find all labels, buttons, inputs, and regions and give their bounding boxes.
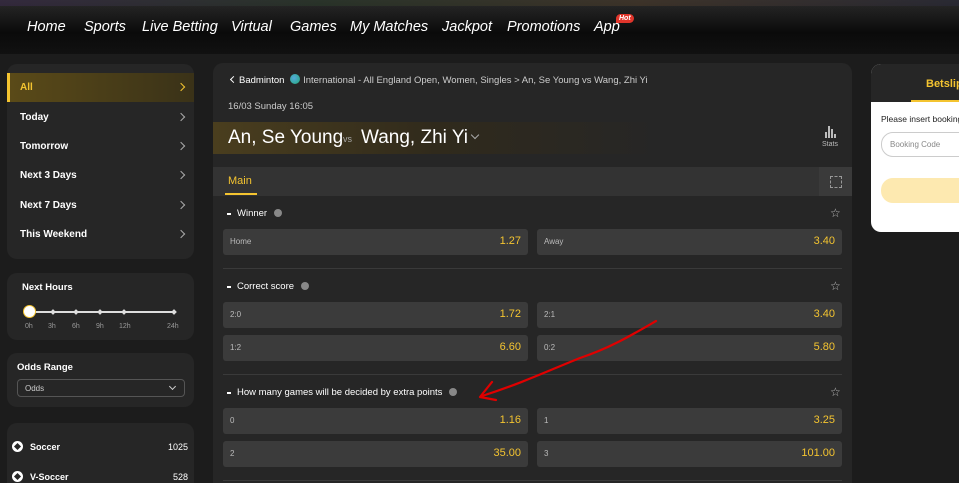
- top-nav: Home Sports Live Betting Virtual Games M…: [0, 0, 959, 54]
- collapse-icon[interactable]: [227, 213, 231, 215]
- nav-virtual[interactable]: Virtual: [231, 19, 272, 35]
- sport-count: 528: [172, 472, 188, 482]
- collapse-icon[interactable]: [227, 286, 231, 288]
- breadcrumb-sport[interactable]: Badminton: [239, 75, 284, 86]
- odd-button-extra-1[interactable]: 1 3.25: [537, 408, 842, 434]
- expand-icon: [830, 176, 842, 188]
- odd-button-extra-3[interactable]: 3 101.00: [537, 441, 842, 467]
- booking-message: Please insert booking code: [881, 114, 959, 124]
- odds-range-label: Odds Range: [17, 362, 73, 373]
- odd-button-extra-0[interactable]: 0 1.16: [223, 408, 528, 434]
- odd-button-home[interactable]: Home 1.27: [223, 229, 528, 255]
- date-item-this-weekend[interactable]: This Weekend: [20, 229, 87, 240]
- soccer-ball-icon: [12, 471, 23, 482]
- info-icon[interactable]: [449, 388, 458, 396]
- date-item-all[interactable]: All: [20, 82, 33, 93]
- annotation-arrow: [478, 319, 658, 402]
- soccer-ball-icon: [12, 441, 23, 452]
- tab-main[interactable]: Main: [228, 175, 252, 187]
- divider: [223, 268, 842, 269]
- nav-sports[interactable]: Sports: [84, 19, 126, 35]
- tick-label: 0h: [25, 323, 33, 330]
- nav-promotions[interactable]: Promotions: [507, 19, 580, 35]
- date-item-tomorrow[interactable]: Tomorrow: [20, 141, 68, 152]
- nav-my-matches[interactable]: My Matches: [350, 19, 428, 35]
- star-icon[interactable]: ☆: [830, 206, 841, 220]
- match-datetime: 16/03 Sunday 16:05: [228, 101, 314, 112]
- sport-item-v-soccer[interactable]: V-Soccer: [30, 472, 69, 482]
- market-title-correct-score: Correct score: [237, 281, 310, 292]
- globe-icon: [290, 74, 301, 84]
- market-title-winner: Winner: [237, 208, 283, 219]
- betslip-tab-indicator: [911, 100, 959, 102]
- nav-games[interactable]: Games: [290, 19, 337, 35]
- tick-label: 12h: [119, 323, 131, 330]
- collapse-icon[interactable]: [227, 392, 231, 394]
- vs-label: vs: [343, 134, 352, 144]
- hours-slider-handle[interactable]: [23, 305, 36, 318]
- home-team-name: An, Se Young: [228, 127, 344, 148]
- tick-label: 3h: [48, 323, 56, 330]
- odds-range-select[interactable]: Odds: [17, 379, 185, 397]
- date-item-next-3-days[interactable]: Next 3 Days: [20, 170, 77, 181]
- info-icon[interactable]: [274, 209, 283, 217]
- betslip-panel: Betslip Please insert booking code Booki…: [871, 64, 959, 232]
- tick-label: 9h: [96, 323, 104, 330]
- away-team-name: Wang, Zhi Yi: [361, 127, 469, 148]
- betslip-title[interactable]: Betslip: [926, 78, 959, 90]
- tick-label: 6h: [72, 323, 80, 330]
- sport-item-soccer[interactable]: Soccer: [30, 442, 60, 452]
- breadcrumb-path: International - All England Open, Women,…: [303, 75, 648, 86]
- stats-label[interactable]: Stats: [822, 141, 838, 148]
- sport-count: 1025: [167, 442, 188, 452]
- stats-icon[interactable]: [825, 126, 837, 138]
- info-icon[interactable]: [301, 282, 310, 290]
- booking-code-input[interactable]: Booking Code: [881, 132, 959, 157]
- hot-badge: Hot: [616, 14, 634, 23]
- tab-active-indicator: [225, 193, 257, 195]
- nav-home[interactable]: Home: [27, 19, 66, 35]
- star-icon[interactable]: ☆: [830, 279, 841, 293]
- nav-jackpot[interactable]: Jackpot: [442, 19, 492, 35]
- odd-button-away[interactable]: Away 3.40: [537, 229, 842, 255]
- tick-label: 24h: [167, 323, 179, 330]
- market-title-extra-points: How many games will be decided by extra …: [237, 387, 458, 398]
- breadcrumb: Badminton International - All England Op…: [229, 74, 648, 86]
- divider: [223, 480, 842, 481]
- next-hours-label: Next Hours: [22, 282, 73, 293]
- load-booking-button[interactable]: [881, 178, 959, 203]
- nav-live-betting[interactable]: Live Betting: [142, 19, 218, 35]
- market-tab-bar: [213, 167, 852, 196]
- star-icon[interactable]: ☆: [830, 385, 841, 399]
- date-item-next-7-days[interactable]: Next 7 Days: [20, 200, 77, 211]
- date-active-highlight: [7, 73, 194, 102]
- odd-button-extra-2[interactable]: 2 35.00: [223, 441, 528, 467]
- date-item-today[interactable]: Today: [20, 112, 49, 123]
